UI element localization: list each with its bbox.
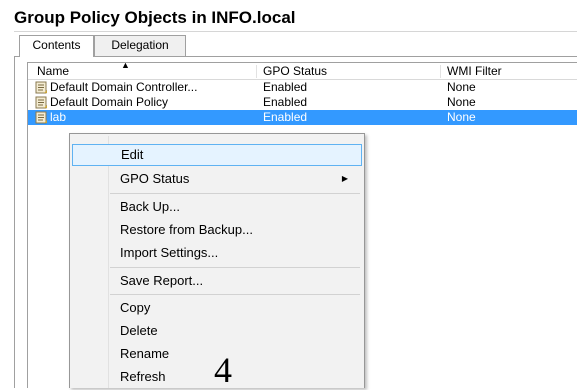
menu-item-save-report[interactable]: Save Report... xyxy=(72,270,362,292)
tab-delegation-label: Delegation xyxy=(111,38,169,52)
menu-item-gpo-status[interactable]: GPO Status ▶ xyxy=(72,168,362,190)
menu-item-delete[interactable]: Delete xyxy=(72,320,362,342)
menu-separator xyxy=(110,193,360,194)
row-name: Default Domain Controller... xyxy=(50,80,198,94)
gpo-scroll-icon xyxy=(35,111,47,124)
tab-contents-label: Contents xyxy=(32,38,81,52)
row-name: Default Domain Policy xyxy=(50,95,169,109)
list-header: Name ▲ GPO Status WMI Filter xyxy=(28,63,577,80)
submenu-arrow-icon: ▶ xyxy=(341,174,348,183)
menu-item-restore-from-backup[interactable]: Restore from Backup... xyxy=(72,219,362,241)
gpo-scroll-icon xyxy=(35,96,47,109)
row-status: Enabled xyxy=(263,80,308,94)
table-row[interactable]: Default Domain Policy Enabled None xyxy=(28,95,577,110)
title-divider xyxy=(14,31,577,32)
menu-item-edit[interactable]: Edit xyxy=(72,144,362,166)
menu-item-copy[interactable]: Copy xyxy=(72,297,362,319)
row-status: Enabled xyxy=(263,110,308,124)
row-wmi-filter: None xyxy=(447,110,476,124)
menu-item-gpo-status-label: GPO Status xyxy=(120,171,190,186)
column-header-name[interactable]: Name xyxy=(37,63,69,79)
table-row[interactable]: Default Domain Controller... Enabled Non… xyxy=(28,80,577,95)
row-wmi-filter: None xyxy=(447,95,476,109)
column-divider[interactable] xyxy=(440,65,441,78)
column-header-wmi-filter[interactable]: WMI Filter xyxy=(447,63,502,79)
menu-separator xyxy=(110,267,360,268)
row-wmi-filter: None xyxy=(447,80,476,94)
gpo-scroll-icon xyxy=(35,81,47,94)
page-title: Group Policy Objects in INFO.local xyxy=(14,8,296,27)
row-name: lab xyxy=(50,110,67,124)
tab-contents[interactable]: Contents xyxy=(19,35,94,57)
tab-delegation[interactable]: Delegation xyxy=(94,35,186,56)
menu-separator xyxy=(110,294,360,295)
menu-item-back-up[interactable]: Back Up... xyxy=(72,196,362,218)
row-status: Enabled xyxy=(263,95,308,109)
column-divider[interactable] xyxy=(256,65,257,78)
table-row-selected[interactable]: lab Enabled None xyxy=(28,110,577,125)
sort-up-icon: ▲ xyxy=(121,62,130,70)
menu-item-import-settings[interactable]: Import Settings... xyxy=(72,242,362,264)
step-number-annotation: 4 xyxy=(214,350,232,390)
column-header-gpo-status[interactable]: GPO Status xyxy=(263,63,327,79)
